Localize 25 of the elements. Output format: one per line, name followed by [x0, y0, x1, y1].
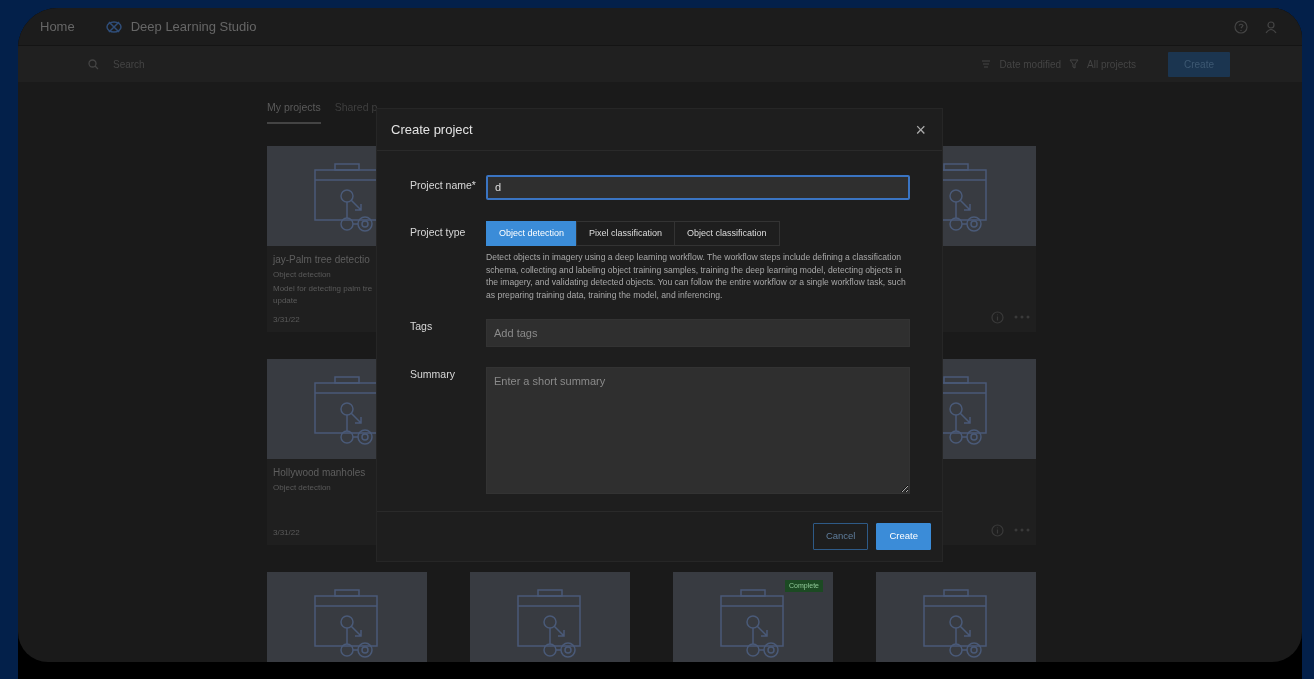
- dialog-title: Create project: [391, 120, 473, 139]
- tags-field[interactable]: Add tags: [486, 319, 910, 347]
- close-button[interactable]: ×: [911, 120, 930, 139]
- type-description: Detect objects in imagery using a deep learning workflow. The workflow steps include defining a classification schema, collecting and labeling object training samples, training the deep learning model, detecting objects in the imagery, and validating detected objects. You can follow the entire workflow or a single workflow task, such as preparing training data, training the model, and inferencing.: [486, 251, 907, 301]
- info-icon[interactable]: [991, 523, 1004, 537]
- project-name-field[interactable]: d: [486, 174, 910, 200]
- create-button[interactable]: Create: [876, 523, 931, 550]
- more-icon[interactable]: [1014, 315, 1030, 320]
- summary-field[interactable]: Enter a short summary: [486, 367, 910, 494]
- card-title: Hollywood manholes: [272, 465, 367, 480]
- info-icon[interactable]: [991, 310, 1004, 324]
- search-icon: [88, 58, 99, 70]
- type-option[interactable]: Object detection: [486, 220, 578, 246]
- type-option[interactable]: Object classification: [674, 220, 780, 246]
- tab[interactable]: My projects: [267, 100, 321, 124]
- cancel-button[interactable]: Cancel: [812, 523, 869, 550]
- more-icon[interactable]: [1014, 528, 1030, 533]
- app-logo-icon: [104, 18, 123, 35]
- user-icon[interactable]: [1264, 19, 1278, 34]
- home-menu[interactable]: Home: [40, 16, 75, 37]
- card-title: jay-Palm tree detectio: [271, 252, 371, 267]
- app-title: Deep Learning Studio: [130, 17, 257, 36]
- help-icon[interactable]: [1234, 19, 1248, 34]
- filter-icon: [1069, 59, 1080, 69]
- type-option[interactable]: Pixel classification: [576, 220, 676, 246]
